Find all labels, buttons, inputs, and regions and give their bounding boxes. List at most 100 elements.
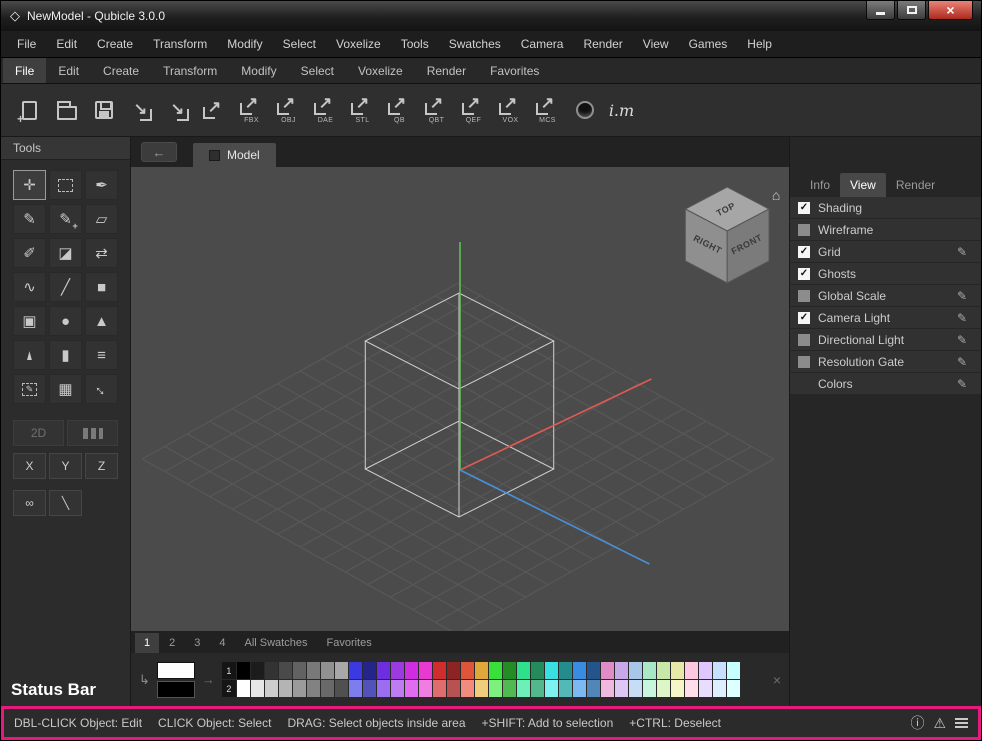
checkbox[interactable] [798,356,810,368]
back-button[interactable]: ← [141,142,177,162]
menu-item[interactable]: File [7,31,46,57]
color-swatch[interactable] [615,662,628,679]
color-swatch[interactable] [531,662,544,679]
export-button[interactable]: ↗ [196,86,233,134]
menu-item[interactable]: Swatches [439,31,511,57]
swatch-tab-favorites[interactable]: Favorites [317,633,380,653]
cylinder-tool[interactable]: ▮ [49,340,82,370]
voxel-grid-tool[interactable]: ▦ [49,374,82,404]
color-swatch[interactable] [293,662,306,679]
color-swatch[interactable] [321,680,334,697]
view-option-row[interactable]: Wireframe [790,219,981,241]
color-swatch[interactable] [587,662,600,679]
color-swatch[interactable] [419,680,432,697]
color-swatch[interactable] [503,680,516,697]
color-swatch[interactable] [657,680,670,697]
export-mcs-button[interactable]: ↗ MCS [529,86,566,134]
color-swatch[interactable] [433,662,446,679]
color-swatch[interactable] [685,680,698,697]
menu-icon[interactable] [955,718,968,728]
fill-tool[interactable]: ◪ [49,238,82,268]
color-swatch[interactable] [265,662,278,679]
color-swatch[interactable] [475,680,488,697]
view-slices-button[interactable] [67,420,118,446]
color-swatch[interactable] [265,680,278,697]
view-option-row[interactable]: Resolution Gate ✎ [790,351,981,373]
export-stl-button[interactable]: ↗ STL [344,86,381,134]
color-swatch[interactable] [363,662,376,679]
color-swatch[interactable] [699,680,712,697]
color-swatch[interactable] [447,680,460,697]
color-swatch[interactable] [377,680,390,697]
color-swatch[interactable] [405,662,418,679]
color-swatch[interactable] [349,680,362,697]
swatch-tab-2[interactable]: 2 [160,633,184,653]
color-swatch[interactable] [629,680,642,697]
maximize-button[interactable] [897,1,926,20]
symmetry-line-button[interactable]: ╲ [49,490,82,516]
export-fbx-button[interactable]: ↗ FBX [233,86,270,134]
color-swatch[interactable] [713,662,726,679]
foreground-color-swatch[interactable] [157,662,195,679]
box-tool[interactable]: ▣ [13,306,46,336]
checkbox[interactable] [798,312,810,324]
ribbon-tab-file[interactable]: File [3,58,46,83]
menu-item[interactable]: Help [737,31,782,57]
export-obj-button[interactable]: ↗ OBJ [270,86,307,134]
ribbon-tab-voxelize[interactable]: Voxelize [346,58,415,83]
color-swatch[interactable] [713,680,726,697]
home-icon[interactable]: ⌂ [772,187,780,203]
ribbon-tab-create[interactable]: Create [91,58,151,83]
menu-item[interactable]: Select [273,31,326,57]
color-swatch[interactable] [503,662,516,679]
viewport-3d[interactable]: TOP RIGHT FRONT ⌂ [131,167,789,631]
color-swatch[interactable] [461,680,474,697]
menu-item[interactable]: Voxelize [326,31,391,57]
color-swatch[interactable] [545,680,558,697]
color-swatch[interactable] [727,680,740,697]
tab-view[interactable]: View [840,173,886,197]
color-swatch[interactable] [671,662,684,679]
view-option-row[interactable]: Colors ✎ [790,373,981,395]
color-swatch[interactable] [685,662,698,679]
menu-item[interactable]: Camera [511,31,574,57]
color-picker-tool[interactable]: ✒ [85,170,118,200]
color-swatch[interactable] [391,662,404,679]
color-swatch[interactable] [517,662,530,679]
color-swatch[interactable] [461,662,474,679]
im-service-button[interactable]: i.m [603,86,640,134]
color-swatch[interactable] [559,662,572,679]
tab-model[interactable]: Model [193,143,276,167]
mirror-button[interactable]: ∞ [13,490,46,516]
color-swatch[interactable] [601,680,614,697]
color-swatch[interactable] [251,662,264,679]
color-swatch[interactable] [293,680,306,697]
menu-item[interactable]: Edit [46,31,87,57]
swatch-tab-4[interactable]: 4 [210,633,234,653]
ribbon-tab-modify[interactable]: Modify [229,58,288,83]
edit-pencil-icon[interactable]: ✎ [953,333,967,347]
color-swatch[interactable] [601,662,614,679]
view-option-row[interactable]: Shading [790,197,981,219]
color-swatch[interactable] [279,662,292,679]
menu-item[interactable]: Render [573,31,632,57]
color-swatch[interactable] [615,680,628,697]
color-swatch[interactable] [433,680,446,697]
background-color-swatch[interactable] [157,681,195,698]
open-model-button[interactable] [48,86,85,134]
tab-info[interactable]: Info [800,173,840,197]
color-swatch[interactable] [391,680,404,697]
color-swatch[interactable] [657,662,670,679]
color-swatch[interactable] [573,680,586,697]
brush-tool[interactable]: ✐ [13,238,46,268]
close-button[interactable]: × [928,1,973,20]
line-tool[interactable]: ╱ [49,272,82,302]
swap-colors-icon[interactable]: ↳ [139,672,150,688]
color-swatch[interactable] [489,662,502,679]
color-swatch[interactable] [489,680,502,697]
tab-render[interactable]: Render [886,173,945,197]
cone-tool[interactable]: ▲ [13,340,46,370]
color-swatch[interactable] [405,680,418,697]
checkbox[interactable] [798,224,810,236]
color-swatch[interactable] [475,662,488,679]
